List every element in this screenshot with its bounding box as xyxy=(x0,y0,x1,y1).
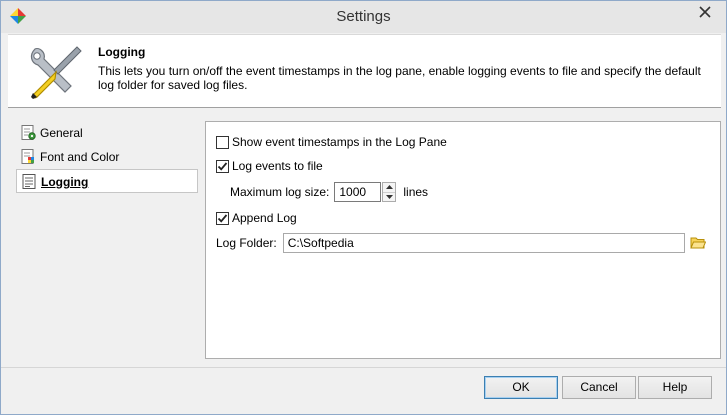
max-log-size-input[interactable] xyxy=(334,182,382,202)
gear-page-icon xyxy=(21,125,36,140)
settings-window: Settings Logging This lets you turn on/o… xyxy=(0,0,727,415)
page-title: Logging xyxy=(98,45,146,59)
close-button[interactable] xyxy=(688,2,722,22)
log-folder-row: Log Folder: xyxy=(216,233,706,253)
append-log-label: Append Log xyxy=(232,211,297,225)
help-button[interactable]: Help xyxy=(638,376,712,399)
max-log-size-label: Maximum log size: xyxy=(230,185,330,199)
title-bar[interactable]: Settings xyxy=(1,1,726,33)
palette-page-icon xyxy=(21,149,34,164)
page-header: Logging This lets you turn on/off the ev… xyxy=(8,34,721,107)
page-description: This lets you turn on/off the event time… xyxy=(98,64,701,92)
arrow-down-icon xyxy=(385,194,393,199)
folder-browse-icon[interactable] xyxy=(689,236,706,250)
ok-button[interactable]: OK xyxy=(484,376,558,399)
show-timestamps-label: Show event timestamps in the Log Pane xyxy=(232,135,447,149)
show-timestamps-checkbox[interactable] xyxy=(216,135,229,149)
log-folder-label: Log Folder: xyxy=(216,236,277,250)
window-title: Settings xyxy=(336,8,391,25)
sidebar-item-label: General xyxy=(40,126,83,140)
spin-up-button[interactable] xyxy=(383,183,396,193)
arrow-up-icon xyxy=(385,185,393,190)
checkmark-icon xyxy=(217,161,228,171)
append-log-row: Append Log xyxy=(216,211,297,225)
append-log-checkbox[interactable] xyxy=(216,211,229,225)
spin-down-button[interactable] xyxy=(383,192,396,201)
checkmark-icon xyxy=(217,213,228,223)
log-page-icon xyxy=(22,174,36,189)
close-icon xyxy=(699,6,711,18)
log-folder-input[interactable] xyxy=(282,233,685,253)
sidebar-item-logging[interactable]: Logging xyxy=(16,169,198,193)
max-log-size-row: Maximum log size: lines xyxy=(230,182,428,202)
show-timestamps-row: Show event timestamps in the Log Pane xyxy=(216,135,447,149)
cancel-button[interactable]: Cancel xyxy=(562,376,636,399)
sidebar-item-general[interactable]: General xyxy=(16,121,198,145)
logging-settings-panel: Show event timestamps in the Log Pane Lo… xyxy=(205,121,721,359)
max-log-size-unit: lines xyxy=(403,185,429,199)
sidebar-item-label: Font and Color xyxy=(40,150,120,164)
header-divider xyxy=(8,107,721,108)
max-log-size-spinner[interactable] xyxy=(382,182,397,202)
log-to-file-checkbox[interactable] xyxy=(216,159,229,173)
log-to-file-label: Log events to file xyxy=(232,159,323,173)
tools-icon xyxy=(30,46,82,99)
sidebar: General Font and Color Logging xyxy=(16,121,198,193)
log-to-file-row: Log events to file xyxy=(216,159,323,173)
sidebar-item-font-and-color[interactable]: Font and Color xyxy=(16,145,198,169)
sidebar-item-label: Logging xyxy=(41,175,89,189)
